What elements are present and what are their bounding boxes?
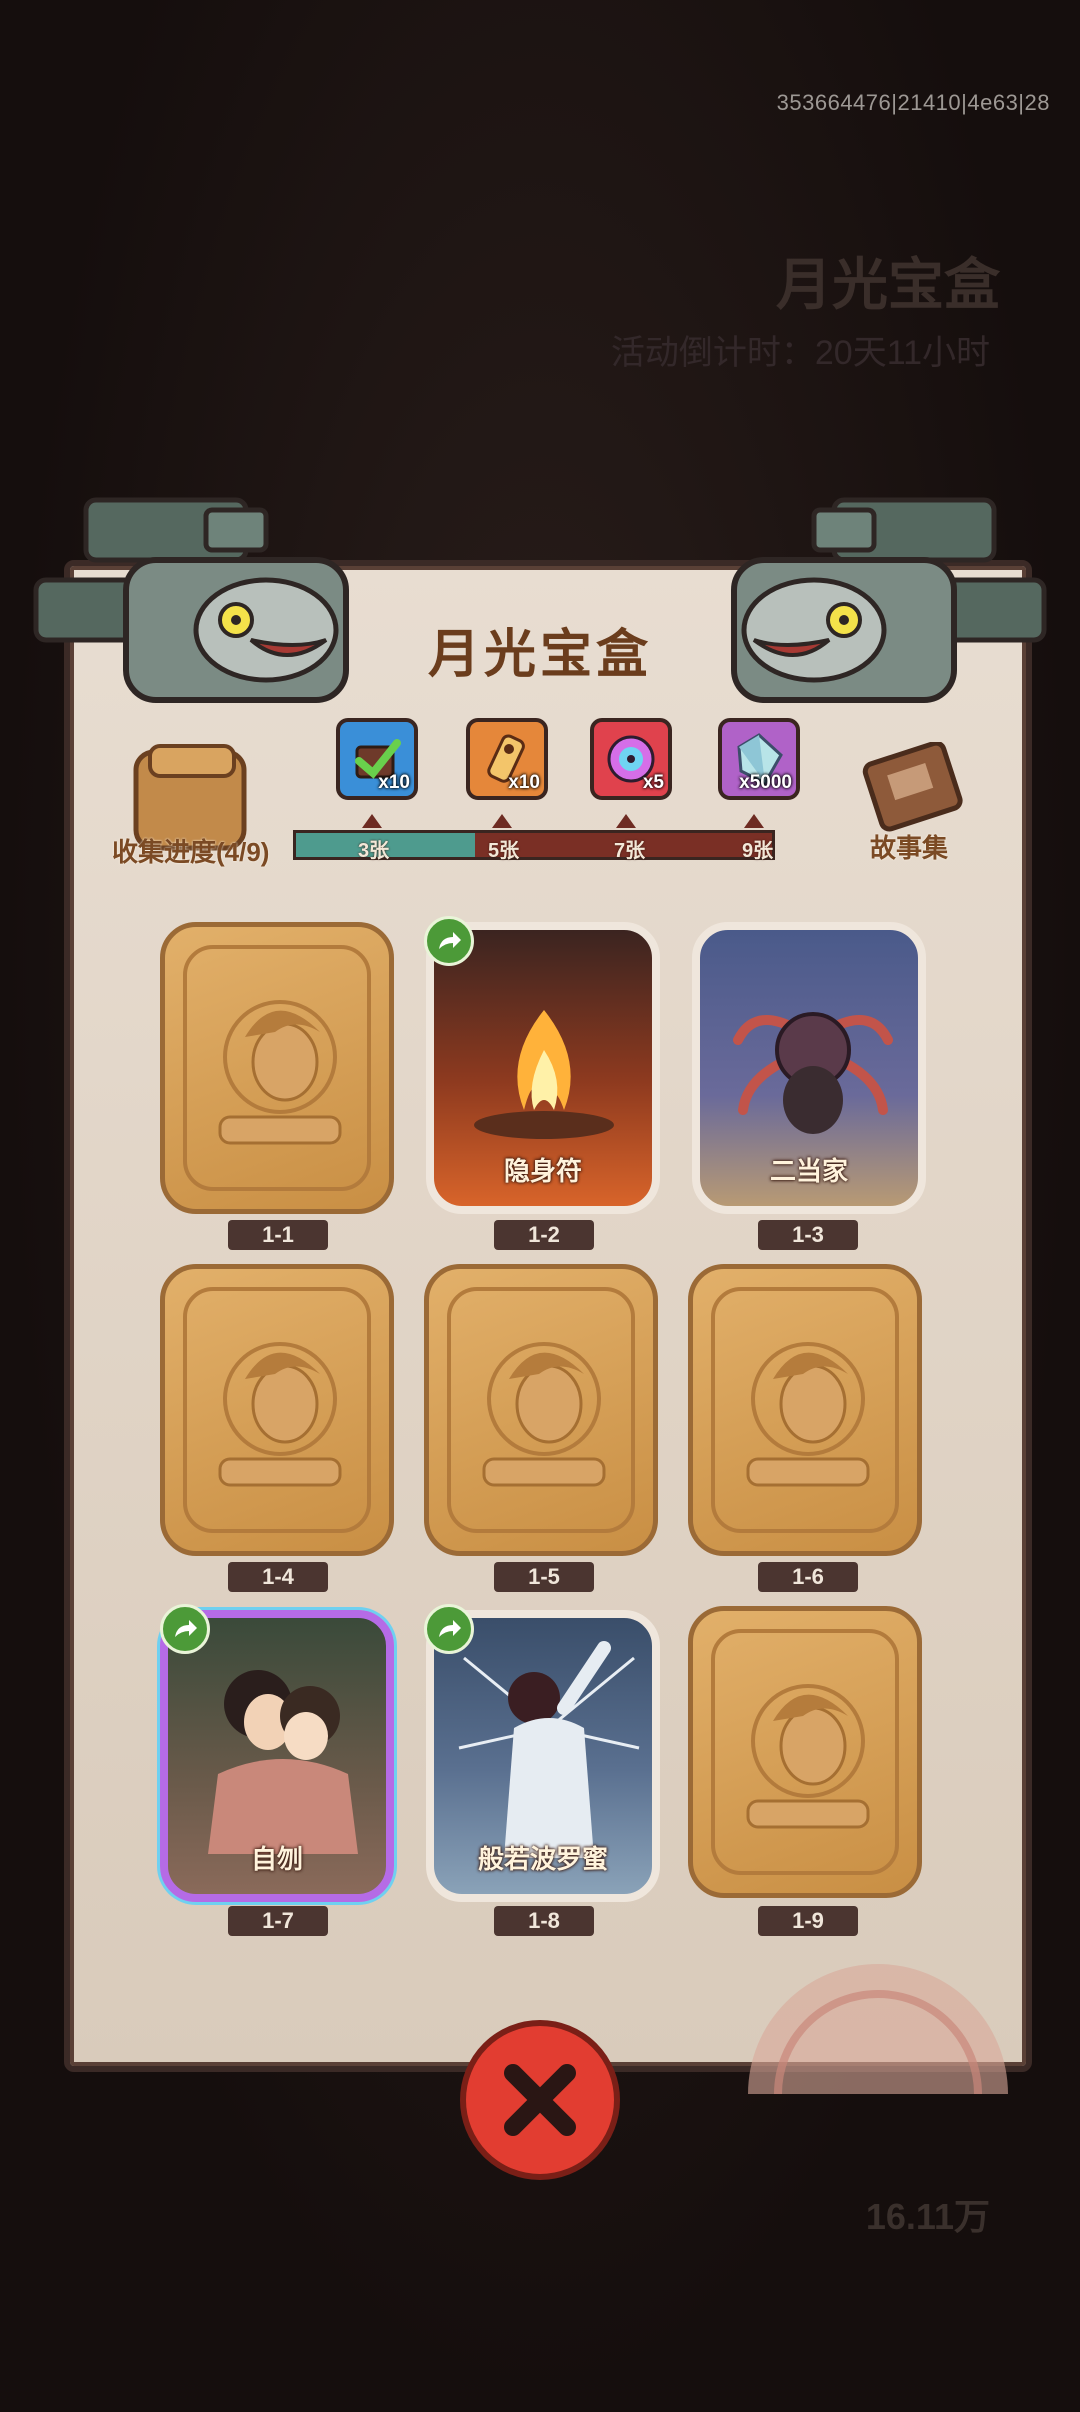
wax-seal-decoration-icon	[748, 1964, 1008, 2094]
card-label-1-9: 1-9	[758, 1906, 858, 1936]
milestone-label: 5张	[488, 840, 520, 862]
build-id: 353664476|21410|4e63|28	[776, 90, 1050, 115]
campfire-art-icon	[474, 1010, 614, 1139]
card-label-1-8: 1-8	[494, 1906, 594, 1936]
milestone-label: 3张	[358, 840, 390, 862]
robed-figure-art-icon	[458, 1641, 640, 1858]
spider-character-art-icon	[733, 1012, 893, 1134]
card-1-3[interactable]: 二当家	[692, 922, 926, 1214]
character-silhouette-icon	[482, 1342, 606, 1487]
milestone-marker	[744, 814, 764, 828]
card-name-1-2: 隐身符	[503, 1156, 582, 1186]
panel-title: 月光宝盒	[427, 626, 652, 684]
reward-2-qty: x10	[508, 772, 540, 793]
card-1-7[interactable]: 自刎	[160, 1610, 394, 1902]
card-label-1-5: 1-5	[494, 1562, 594, 1592]
card-label-1-6: 1-6	[758, 1562, 858, 1592]
reward-1[interactable]: x10	[336, 718, 418, 800]
story-book-icon	[862, 742, 963, 832]
reward-1-qty: x10	[378, 772, 410, 793]
share-button-1-8[interactable]	[424, 1604, 474, 1654]
share-arrow-icon	[439, 1620, 461, 1637]
card-label-1-7: 1-7	[228, 1906, 328, 1936]
reward-3[interactable]: x5	[590, 718, 672, 800]
embracing-couple-art-icon	[208, 1670, 358, 1854]
card-name-1-3: 二当家	[769, 1156, 848, 1186]
background-countdown: 活动倒计时：20天11小时	[610, 334, 990, 372]
card-label-1-4: 1-4	[228, 1562, 328, 1592]
character-silhouette-icon	[746, 1342, 870, 1487]
card-label-1-2: 1-2	[494, 1220, 594, 1250]
card-1-1[interactable]	[160, 922, 394, 1214]
card-label-1-1: 1-1	[228, 1220, 328, 1250]
milestone-label: 9张	[742, 840, 774, 862]
milestone-marker	[616, 814, 636, 828]
milestone-marker	[492, 814, 512, 828]
collection-progress-label[interactable]: 收集进度(4/9)	[112, 832, 269, 869]
background-event-title: 月光宝盒	[776, 253, 1000, 316]
close-button[interactable]	[460, 2020, 620, 2180]
story-collection-label[interactable]: 故事集	[870, 828, 948, 865]
share-button-1-7[interactable]	[160, 1604, 210, 1654]
card-label-1-3: 1-3	[758, 1220, 858, 1250]
card-1-4[interactable]	[160, 1264, 394, 1556]
share-arrow-icon	[439, 932, 461, 949]
card-1-9[interactable]	[688, 1606, 922, 1898]
background-currency: 16.11万	[865, 2196, 990, 2237]
reward-3-qty: x5	[642, 772, 664, 793]
share-button-1-2[interactable]	[424, 916, 474, 966]
reward-4[interactable]: x5000	[718, 718, 800, 800]
milestone-label: 7张	[614, 840, 646, 862]
character-silhouette-icon	[746, 1684, 870, 1829]
character-silhouette-icon	[218, 1342, 342, 1487]
reward-2[interactable]: x10	[466, 718, 548, 800]
card-name-1-7: 自刎	[250, 1844, 303, 1874]
close-x-icon	[504, 2064, 576, 2136]
share-arrow-icon	[175, 1620, 197, 1637]
card-1-5[interactable]	[424, 1264, 658, 1556]
reward-4-qty: x5000	[739, 772, 792, 793]
milestone-marker	[362, 814, 382, 828]
card-1-2[interactable]: 隐身符	[426, 922, 660, 1214]
card-1-8[interactable]: 般若波罗蜜	[426, 1610, 660, 1902]
card-1-6[interactable]	[688, 1264, 922, 1556]
character-silhouette-icon	[218, 1000, 342, 1145]
card-name-1-8: 般若波罗蜜	[477, 1844, 608, 1874]
